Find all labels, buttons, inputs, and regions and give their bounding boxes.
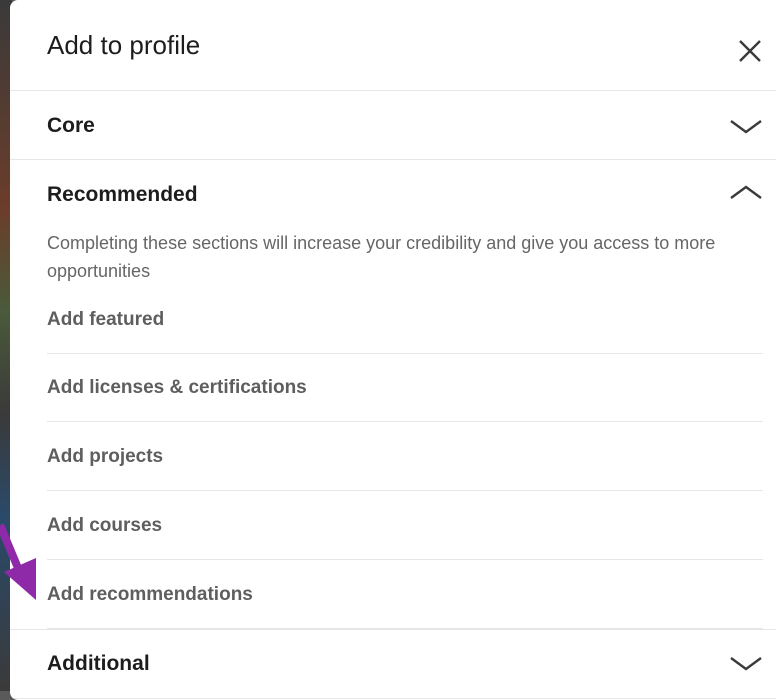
annotation-arrow-icon xyxy=(0,523,36,600)
add-to-profile-modal: Add to profile Core Recommended Completi… xyxy=(10,0,776,700)
close-icon xyxy=(739,40,761,62)
section-core[interactable]: Core xyxy=(10,91,776,160)
section-recommended[interactable]: Recommended xyxy=(10,160,776,222)
add-projects-label: Add projects xyxy=(47,446,164,467)
section-recommended-label: Recommended xyxy=(47,183,198,206)
add-featured-item[interactable]: Add featured xyxy=(47,285,763,354)
chevron-up-icon xyxy=(730,185,762,199)
chevron-down-icon xyxy=(730,657,762,671)
add-recommendations-label: Add recommendations xyxy=(47,584,253,605)
add-licenses-certifications-label: Add licenses & certifications xyxy=(47,377,307,398)
recommended-description: Completing these sections will increase … xyxy=(47,233,716,281)
section-core-label: Core xyxy=(47,114,95,137)
add-courses-label: Add courses xyxy=(47,515,163,536)
modal-title: Add to profile xyxy=(47,30,201,60)
add-licenses-certifications-item[interactable]: Add licenses & certifications xyxy=(47,353,763,422)
section-additional-label: Additional xyxy=(47,652,150,675)
add-courses-item[interactable]: Add courses xyxy=(47,491,763,560)
add-featured-label: Add featured xyxy=(47,309,165,330)
close-button[interactable] xyxy=(735,36,765,66)
add-projects-item[interactable]: Add projects xyxy=(47,422,763,491)
chevron-down-icon xyxy=(730,120,762,134)
section-additional[interactable]: Additional xyxy=(10,629,776,699)
add-recommendations-item[interactable]: Add recommendations xyxy=(47,560,763,629)
modal-header: Add to profile xyxy=(10,0,776,91)
